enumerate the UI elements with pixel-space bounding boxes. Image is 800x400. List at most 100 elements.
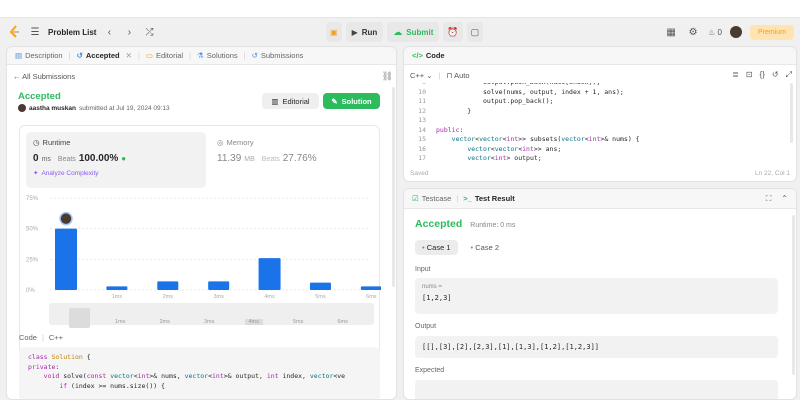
editorial-button[interactable]: ▥ Editorial: [262, 93, 319, 109]
editor-line: 11 output.pop_back();: [418, 97, 554, 105]
top-bar: ☰ Problem List ‹ › ⤮ ▣ ▶ Run ☁ Submit ⏰ …: [0, 18, 800, 46]
next-problem-icon[interactable]: ›: [122, 27, 136, 38]
tab-description[interactable]: ▤ Description: [15, 51, 63, 60]
chart-x-tick: 5ms: [315, 294, 326, 300]
chart-y-tick: 25%: [26, 257, 39, 263]
shuffle-icon[interactable]: ⤮: [142, 27, 156, 38]
document-icon: ▤: [15, 51, 23, 60]
checkbox-icon: ☑: [412, 194, 419, 203]
username[interactable]: aastha muskan: [29, 105, 76, 112]
history-icon: ↺: [76, 51, 83, 60]
tab-accepted[interactable]: ↺ Accepted ✕: [77, 51, 132, 60]
code-lang-row: Code | C++: [19, 333, 64, 342]
debug-button[interactable]: ▣: [326, 22, 342, 42]
case-tabs: • Case 1 • Case 2: [415, 240, 506, 255]
prev-problem-icon[interactable]: ‹: [102, 27, 116, 38]
runtime-distribution-chart: 75% 50% 25% 0% 1ms 2ms 3ms 4ms 5ms 6ms: [26, 196, 381, 300]
submit-button[interactable]: ☁ Submit: [387, 22, 440, 42]
auto-toggle[interactable]: ⊓ Auto: [447, 71, 470, 80]
case-1-tab[interactable]: • Case 1: [415, 240, 458, 255]
bug-icon: ▣: [330, 27, 338, 37]
editor-toolbar: C++ ⌄ | ⊓ Auto ≣ ⊡ {} ↺ ⤢: [410, 70, 792, 80]
solution-button[interactable]: ✎ Solution: [323, 93, 380, 109]
all-submissions-link[interactable]: ← All Submissions: [13, 72, 75, 81]
premium-button[interactable]: Premium: [749, 24, 794, 40]
chart-bar-1ms[interactable]: [106, 286, 128, 290]
result-scrollbar[interactable]: [792, 215, 795, 375]
code-icon: </>: [412, 51, 423, 60]
mini-tick-label: 4ms: [244, 319, 263, 325]
language-select[interactable]: C++ ⌄: [410, 71, 433, 80]
expected-box: [415, 380, 778, 399]
editor-line: 14 public:: [418, 125, 464, 134]
mini-tick-label: 1ms: [115, 319, 126, 325]
problem-list-link[interactable]: Problem List: [48, 28, 96, 37]
input-box: nums = [1,2,3]: [415, 278, 778, 314]
memory-label[interactable]: ◎ Memory: [217, 138, 254, 147]
reset-icon[interactable]: ↺: [772, 70, 779, 80]
chart-bar-0ms[interactable]: [55, 228, 77, 290]
flame-icon: ♨: [708, 27, 716, 37]
fullscreen-icon[interactable]: ⛶: [766, 194, 772, 204]
leetcode-logo-icon[interactable]: [8, 25, 22, 39]
chart-y-tick: 50%: [26, 227, 39, 233]
mini-tick-label: 6ms: [337, 319, 348, 325]
timer-button[interactable]: ⏰: [443, 22, 463, 42]
edit-icon: ✎: [331, 96, 338, 106]
tab-submissions[interactable]: ↺ Submissions: [252, 51, 304, 60]
analyze-complexity-link[interactable]: ✦ Analyze Complexity: [33, 169, 99, 178]
expand-icon[interactable]: ⤢: [786, 70, 792, 80]
code-line: private:: [28, 362, 60, 371]
code-line: if (index >= nums.size()) {: [59, 381, 165, 390]
tab-editorial[interactable]: ▭ Editorial: [146, 51, 183, 60]
chart-x-tick: 2ms: [163, 294, 174, 300]
tab-code[interactable]: </> Code: [412, 51, 445, 60]
all-submissions-row: ← All Submissions ⛓: [13, 69, 393, 83]
browser-chrome: [0, 0, 800, 18]
alarm-icon: ⏰: [447, 26, 459, 37]
output-box: [[],[3],[2],[2,3],[1],[1,3],[1,2],[1,2,3…: [415, 336, 778, 358]
code-line: class Solution {: [28, 353, 91, 361]
input-label: Input: [415, 266, 431, 273]
close-tab-icon[interactable]: ✕: [126, 51, 132, 60]
tab-test-result[interactable]: >_ Test Result: [463, 194, 514, 203]
chart-bar-3ms[interactable]: [208, 281, 230, 290]
run-button[interactable]: ▶ Run: [345, 22, 384, 42]
submission-status: Accepted: [18, 91, 61, 102]
runtime-label: ◷ Runtime: [33, 138, 71, 147]
tab-solutions[interactable]: ⚗ Solutions: [197, 51, 238, 60]
chart-bar-6ms[interactable]: [360, 286, 381, 290]
case-2-tab[interactable]: • Case 2: [464, 240, 507, 255]
tab-testcase[interactable]: ☑ Testcase: [412, 194, 451, 203]
clock-icon: ◷: [33, 138, 40, 147]
editor-code-area[interactable]: 9 output.push_back(nums[index]);10 solve…: [404, 83, 796, 167]
bookmark-icon[interactable]: ⊡: [746, 70, 753, 80]
format-icon[interactable]: ≣: [732, 70, 739, 80]
braces-icon[interactable]: {}: [760, 70, 765, 80]
result-tab-bar: ☑ Testcase | >_ Test Result ⛶ ⌃: [404, 189, 796, 209]
user-avatar: [18, 104, 26, 112]
editor-line: 15 vector<vector<int>> subsets(vector<in…: [418, 135, 640, 143]
editor-scrollbar[interactable]: [790, 83, 793, 143]
chevron-down-icon: ⌄: [426, 70, 433, 80]
chart-y-tick: 75%: [26, 196, 39, 202]
share-link-icon[interactable]: ⛓: [382, 71, 393, 82]
cursor-position: Ln 22, Col 1: [754, 170, 790, 177]
notes-button[interactable]: ▢: [466, 22, 484, 42]
coins-counter[interactable]: ♨ 0: [708, 28, 722, 37]
sparkle-icon: ✦: [33, 170, 39, 177]
expected-label: Expected: [415, 367, 445, 374]
chart-bar-5ms[interactable]: [309, 282, 331, 290]
chart-bar-4ms[interactable]: [258, 258, 281, 290]
arrow-left-icon: ←: [13, 71, 21, 81]
layout-icon[interactable]: ▦: [664, 27, 678, 38]
avatar[interactable]: [729, 26, 742, 38]
collapse-icon[interactable]: ⌃: [781, 194, 788, 204]
chart-bar-2ms[interactable]: [157, 281, 179, 290]
code-line: void solve(const vector<int>& nums, vect…: [43, 372, 346, 380]
problem-list-icon[interactable]: ☰: [28, 27, 42, 38]
left-scrollbar[interactable]: [392, 87, 395, 287]
lock-icon: ⊓: [446, 70, 453, 80]
result-header: Accepted Runtime: 0 ms: [415, 218, 515, 230]
settings-gear-icon[interactable]: ⚙: [686, 27, 700, 38]
